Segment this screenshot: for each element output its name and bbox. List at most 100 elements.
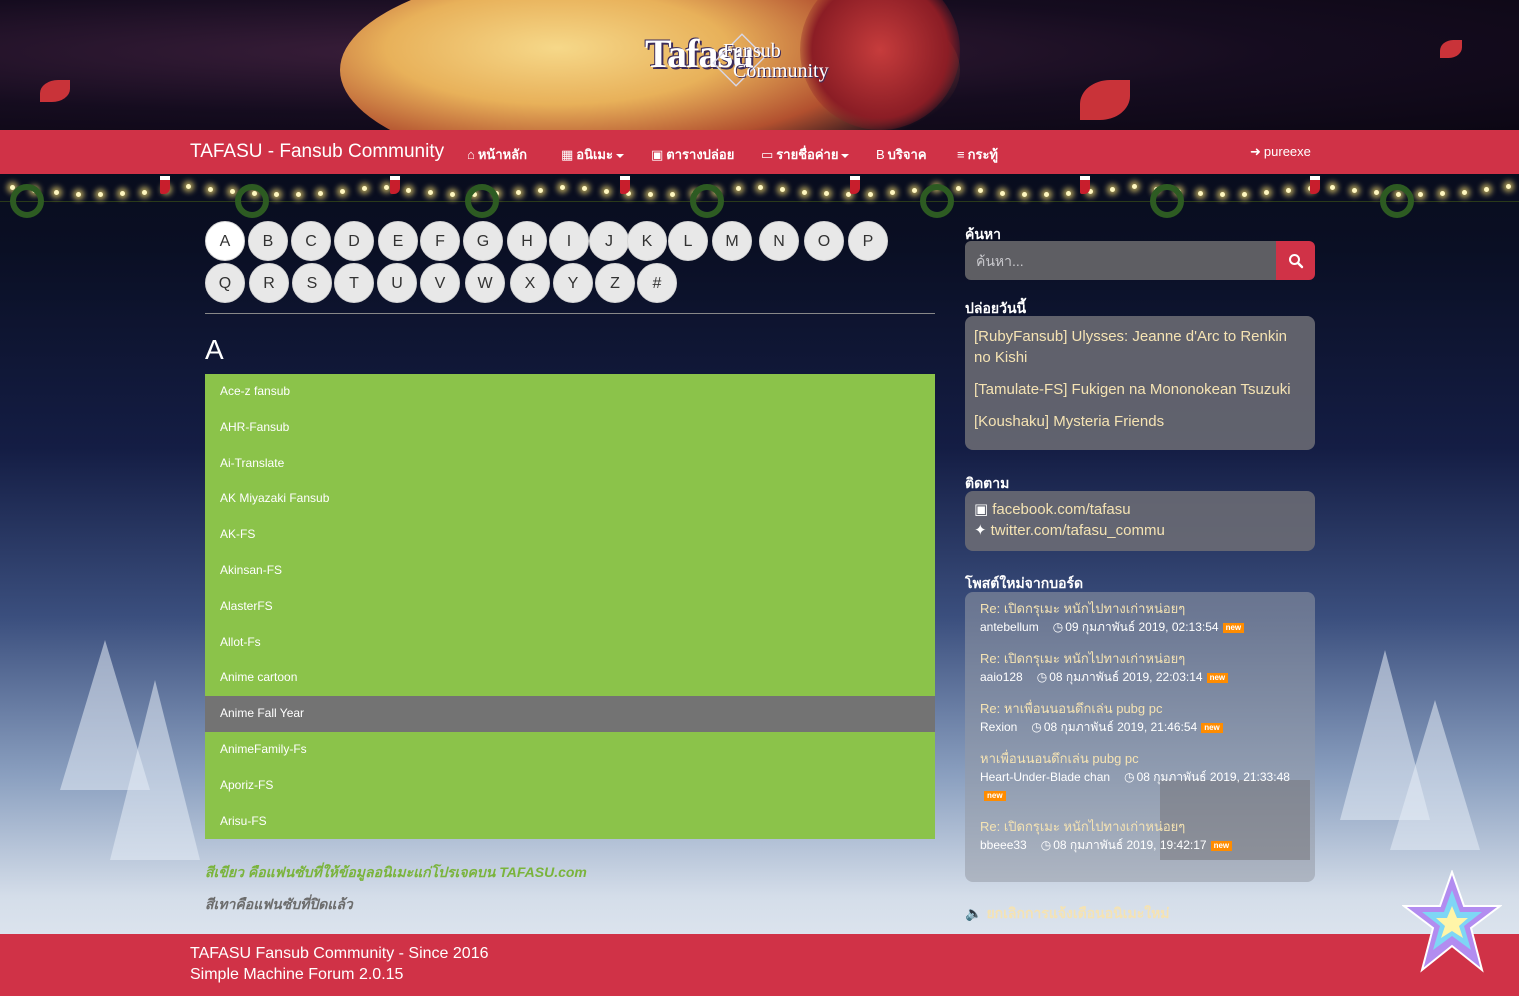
board-post-item: Re: เปิดกรุเมะ หนักไปทางเก่าหน่อยๆ bbeee3… [980,818,1300,854]
stocking-decoration [160,176,170,194]
site-logo[interactable]: Tafasu Fansub Community [645,30,875,100]
footer-line-1: TAFASU Fansub Community - Since 2016 [190,945,489,962]
alphabet-letter-x[interactable]: X [510,263,550,303]
alphabet-letter-y[interactable]: Y [553,263,593,303]
twitter-link[interactable]: ✦ twitter.com/tafasu_commu [974,520,1306,541]
light-bulb-decoration [802,190,807,195]
alphabet-letter-a[interactable]: A [205,221,245,261]
nav-donate[interactable]: B บริจาค [876,144,927,165]
today-release-link[interactable]: [RubyFansub] Ulysses: Jeanne d'Arc to Re… [974,326,1306,368]
nav-schedule[interactable]: ▣ ตารางปล่อย [651,144,734,165]
alphabet-letter-w[interactable]: W [465,263,505,303]
unsubscribe-notification-link[interactable]: 🔈 ยกเลิกการแจ้งเตือนอนิเมะใหม่ [965,903,1170,925]
light-bulb-decoration [1418,192,1423,197]
alphabet-letter-i[interactable]: I [549,221,589,261]
light-bulb-decoration [1330,185,1335,190]
alphabet-letter-p[interactable]: P [848,221,888,261]
light-bulb-decoration [1264,190,1269,195]
calendar-icon: ▣ [651,147,664,162]
board-post-meta: aaio128 ◷ 08 กุมภาพันธ์ 2019, 22:03:14 new [980,668,1300,686]
alphabet-letter-e[interactable]: E [378,221,418,261]
board-post-author[interactable]: aaio128 [980,670,1023,684]
alphabet-letter-h[interactable]: H [507,221,547,261]
board-post-author[interactable]: antebellum [980,620,1039,634]
today-release-panel: [RubyFansub] Ulysses: Jeanne d'Arc to Re… [965,316,1315,450]
fansub-list-item[interactable]: Anime cartoon [205,660,935,697]
light-bulb-decoration [1286,188,1291,193]
board-post-title[interactable]: Re: เปิดกรุเมะ หนักไปทางเก่าหน่อยๆ [980,818,1300,836]
alphabet-letter-b[interactable]: B [248,221,288,261]
fansub-list: Ace-z fansub AHR-Fansub Ai-Translate AK Miy… [205,374,935,840]
nav-forum[interactable]: ≡ กระทู้ [957,144,998,165]
board-post-title[interactable]: Re: เปิดกรุเมะ หนักไปทางเก่าหน่อยๆ [980,650,1300,668]
nav-user[interactable]: ➜ pureexe [1250,144,1311,160]
nav-home-label: หน้าหลัก [477,147,528,162]
alphabet-letter-m[interactable]: M [712,221,752,261]
alphabet-letter-f[interactable]: F [420,221,460,261]
alphabet-letter-v[interactable]: V [420,263,460,303]
fansub-list-item[interactable]: Akinsan-FS [205,552,935,589]
new-badge: new [1222,622,1245,633]
nav-donate-label: บริจาค [887,147,927,162]
fansub-list-item[interactable]: AK Miyazaki Fansub [205,481,935,518]
nav-home[interactable]: ⌂ หน้าหลัก [467,144,527,165]
alphabet-letter-k[interactable]: K [627,221,667,261]
nav-fansub-list[interactable]: ▭ รายชื่อค่าย [761,144,850,165]
fansub-list-item[interactable]: Anime Fall Year [205,696,935,732]
board-post-title[interactable]: Re: หาเพื่อนนอนดึกเล่น pubg pc [980,700,1300,718]
light-bulb-decoration [1000,191,1005,196]
board-post-author[interactable]: Rexion [980,720,1017,734]
alphabet-letter-hash[interactable]: # [637,263,677,303]
fansub-list-item[interactable]: Ai-Translate [205,445,935,482]
alphabet-letter-z[interactable]: Z [595,263,635,303]
board-post-author[interactable]: bbeee33 [980,838,1027,852]
floating-star-icon[interactable] [1402,870,1502,974]
alphabet-letter-n[interactable]: N [759,221,799,261]
alphabet-letter-o[interactable]: O [804,221,844,261]
alphabet-letter-d[interactable]: D [334,221,374,261]
fansub-list-item[interactable]: AnimeFamily-Fs [205,731,935,768]
alphabet-letter-g[interactable]: G [463,221,503,261]
facebook-link[interactable]: ▣ facebook.com/tafasu [974,499,1306,520]
fansub-list-item[interactable]: AK-FS [205,517,935,553]
light-bulb-decoration [1352,188,1357,193]
alphabet-letter-r[interactable]: R [249,263,289,303]
fansub-list-item[interactable]: Ace-z fansub [205,374,935,410]
search-button[interactable] [1276,241,1315,280]
fansub-list-item[interactable]: Allot-Fs [205,624,935,661]
board-post-author[interactable]: Heart-Under-Blade chan [980,770,1110,784]
nav-anime[interactable]: ▦ อนิเมะ [561,144,624,165]
alphabet-letter-t[interactable]: T [334,263,374,303]
board-post-title[interactable]: หาเพื่อนนอนดึกเล่น pubg pc [980,750,1300,768]
light-bulb-decoration [1506,184,1511,189]
board-post-time: 08 กุมภาพันธ์ 2019, 22:03:14 [1049,670,1203,684]
light-bulb-decoration [186,184,191,189]
board-post-title[interactable]: Re: เปิดกรุเมะ หนักไปทางเก่าหน่อยๆ [980,600,1300,618]
fansub-list-item[interactable]: AlasterFS [205,588,935,625]
alphabet-letter-l[interactable]: L [668,221,708,261]
navbar-brand[interactable]: TAFASU - Fansub Community [190,141,444,163]
light-bulb-decoration [582,186,587,191]
today-release-link[interactable]: [Tamulate-FS] Fukigen na Mononokean Tsuz… [974,379,1306,400]
light-bulb-decoration [1132,184,1137,189]
light-bulb-decoration [736,186,741,191]
alphabet-letter-s[interactable]: S [292,263,332,303]
nav-user-label: pureexe [1263,144,1311,159]
facebook-icon: ▣ [974,501,989,518]
fansub-list-item[interactable]: Aporiz-FS [205,767,935,804]
clock-icon: ◷ [1036,670,1048,684]
alphabet-letter-q[interactable]: Q [205,263,245,303]
alphabet-letter-j[interactable]: J [589,221,629,261]
heart-decoration [1080,80,1130,120]
alphabet-letter-u[interactable]: U [377,263,417,303]
search-input[interactable] [965,241,1276,280]
alphabet-letter-c[interactable]: C [291,221,331,261]
wreath-decoration [1380,184,1414,218]
nav-forum-label: กระทู้ [967,147,998,162]
wreath-decoration [690,184,724,218]
today-release-link[interactable]: [Koushaku] Mysteria Friends [974,411,1306,432]
board-post-meta: antebellum ◷ 09 กุมภาพันธ์ 2019, 02:13:54 n… [980,618,1300,636]
fansub-list-item[interactable]: Arisu-FS [205,803,935,840]
light-bulb-decoration [868,192,873,197]
fansub-list-item[interactable]: AHR-Fansub [205,409,935,446]
